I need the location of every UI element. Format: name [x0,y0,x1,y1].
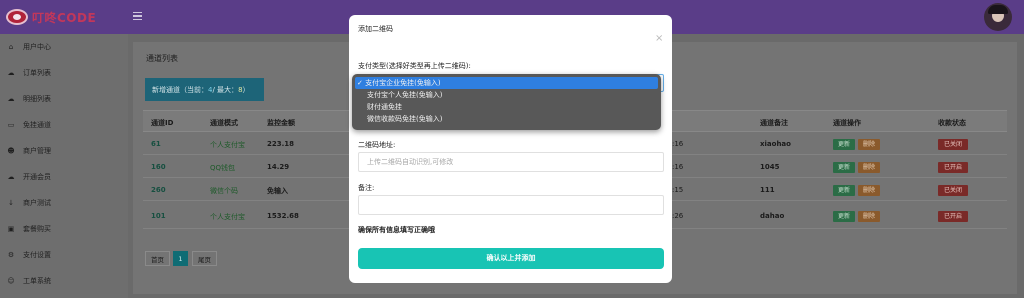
column-header: 监控金额 [267,119,295,127]
download-icon: ↓ [8,199,14,207]
cloud-icon: ☁ [7,173,15,181]
modal-title: 添加二维码 [358,25,393,33]
sidebar-item-label: 免挂通道 [23,121,51,129]
pager-last-button[interactable]: 尾页 [192,251,217,266]
column-header: 通道备注 [760,119,788,127]
cloud-icon: ☁ [7,95,15,103]
sidebar-item-label: 套餐购买 [23,225,51,233]
sidebar-item-orders[interactable]: ☁ 订单列表 [0,60,128,86]
sidebar-item-merchants[interactable]: ☻ 商户管理 [0,138,128,164]
sidebar-item-label: 用户中心 [23,43,51,51]
sidebar-item-label: 商户测试 [23,199,51,207]
gift-icon: ▣ [7,225,15,233]
logo-text: 叮咚CODE [32,10,97,25]
cell-channel-mode: QQ钱包 [210,164,236,172]
pay-type-dropdown: ✓ 支付宝企业免挂(免输入) 支付宝个人免挂(免输入) 财付通免挂 微信收款码免… [352,74,661,130]
new-channel-button[interactable]: 新增通道（当前： 4 / 最大： 8） [145,78,264,101]
note-label: 备注: [358,184,375,192]
pay-type-option[interactable]: 支付宝个人免挂(免输入) [355,89,658,101]
delete-button[interactable]: 删除 [858,211,880,222]
home-icon: ⌂ [8,43,14,51]
monitor-icon: ▭ [7,121,15,129]
cell-channel-mode: 个人支付宝 [210,213,245,221]
status-badge[interactable]: 已关闭 [938,139,968,150]
pay-type-label: 支付类型(选择好类型再上传二维码): [358,62,471,70]
sidebar-item-channels[interactable]: ▭ 免挂通道 [0,112,128,138]
logo-mark-icon [6,9,28,25]
sidebar-item-label: 工单系统 [23,277,51,285]
sidebar-item-label: 订单列表 [23,69,51,77]
pay-type-option[interactable]: 微信收款码免挂(免输入) [355,113,658,125]
cell-time: :16 [672,140,684,148]
update-button[interactable]: 更新 [833,185,855,196]
status-badge[interactable]: 已开启 [938,211,968,222]
menu-toggle-icon[interactable] [133,12,142,21]
close-icon[interactable]: × [655,33,663,44]
update-button[interactable]: 更新 [833,211,855,222]
cell-time: :16 [672,163,684,171]
pay-type-option-label: 支付宝企业免挂(免输入) [365,79,441,87]
cell-time: :26 [672,212,684,220]
qrcode-url-input[interactable]: 上传二维码自动识别,可修改 [358,152,664,172]
sidebar-item-user-center[interactable]: ⌂ 用户中心 [0,34,128,60]
column-header: 通道ID [151,119,174,127]
column-header: 通道操作 [833,119,861,127]
sidebar-item-label: 商户管理 [23,147,51,155]
pager-current-page[interactable]: 1 [173,251,188,266]
pay-type-option[interactable]: 财付通免挂 [355,101,658,113]
delete-button[interactable]: 删除 [858,139,880,150]
new-channel-prefix: 新增通道（当前： [152,85,208,94]
users-icon: ☻ [7,147,15,155]
status-badge[interactable]: 已关闭 [938,185,968,196]
sidebar-item-details[interactable]: ☁ 明细列表 [0,86,128,112]
update-button[interactable]: 更新 [833,139,855,150]
cell-channel-mode: 个人支付宝 [210,141,245,149]
cell-channel-id: 160 [151,163,166,171]
pager-first-button[interactable]: 首页 [145,251,170,266]
cell-channel-id: 61 [151,140,161,148]
cell-note: xiaohao [760,140,791,148]
column-header: 收款状态 [938,119,966,127]
cell-time: :15 [672,186,684,194]
cell-note: 1045 [760,163,780,171]
new-channel-suffix: ） [242,85,250,94]
check-icon: ✓ [357,79,363,87]
delete-button[interactable]: 删除 [858,185,880,196]
gear-icon: ⚙ [7,251,15,259]
qrcode-url-label: 二维码地址: [358,141,396,149]
cell-monitor-amount: 免输入 [267,187,288,195]
sidebar-item-label: 开通会员 [23,173,51,181]
cell-channel-id: 101 [151,212,166,220]
cell-channel-id: 260 [151,186,166,194]
note-input[interactable] [358,195,664,215]
new-channel-sep: / 最大： [212,85,239,94]
sidebar-item-pay-settings[interactable]: ⚙ 支付设置 [0,242,128,268]
pay-type-option-selected[interactable]: ✓ 支付宝企业免挂(免输入) [355,77,658,89]
sidebar-item-packages[interactable]: ▣ 套餐购买 [0,216,128,242]
form-hint: 确保所有信息填写正确哦 [358,226,435,234]
cell-channel-mode: 微信个码 [210,187,238,195]
update-button[interactable]: 更新 [833,162,855,173]
logo[interactable]: 叮咚CODE [6,7,96,27]
user-avatar[interactable] [984,3,1012,31]
cell-note: dahao [760,212,785,220]
column-header: 通道模式 [210,119,238,127]
sidebar-item-merchant-test[interactable]: ↓ 商户测试 [0,190,128,216]
cell-monitor-amount: 223.18 [267,140,295,148]
submit-add-button[interactable]: 确认以上并添加 [358,248,664,269]
cell-note: 111 [760,186,775,194]
cell-monitor-amount: 1532.68 [267,212,299,220]
page-title: 通道列表 [146,54,178,63]
user-icon: ☺ [7,277,15,285]
cloud-icon: ☁ [7,69,15,77]
sidebar-item-tickets[interactable]: ☺ 工单系统 [0,268,128,294]
delete-button[interactable]: 删除 [858,162,880,173]
status-badge[interactable]: 已开启 [938,162,968,173]
add-qrcode-modal [349,15,672,283]
cell-monitor-amount: 14.29 [267,163,290,171]
sidebar-item-label: 明细列表 [23,95,51,103]
sidebar-item-label: 支付设置 [23,251,51,259]
sidebar-item-membership[interactable]: ☁ 开通会员 [0,164,128,190]
